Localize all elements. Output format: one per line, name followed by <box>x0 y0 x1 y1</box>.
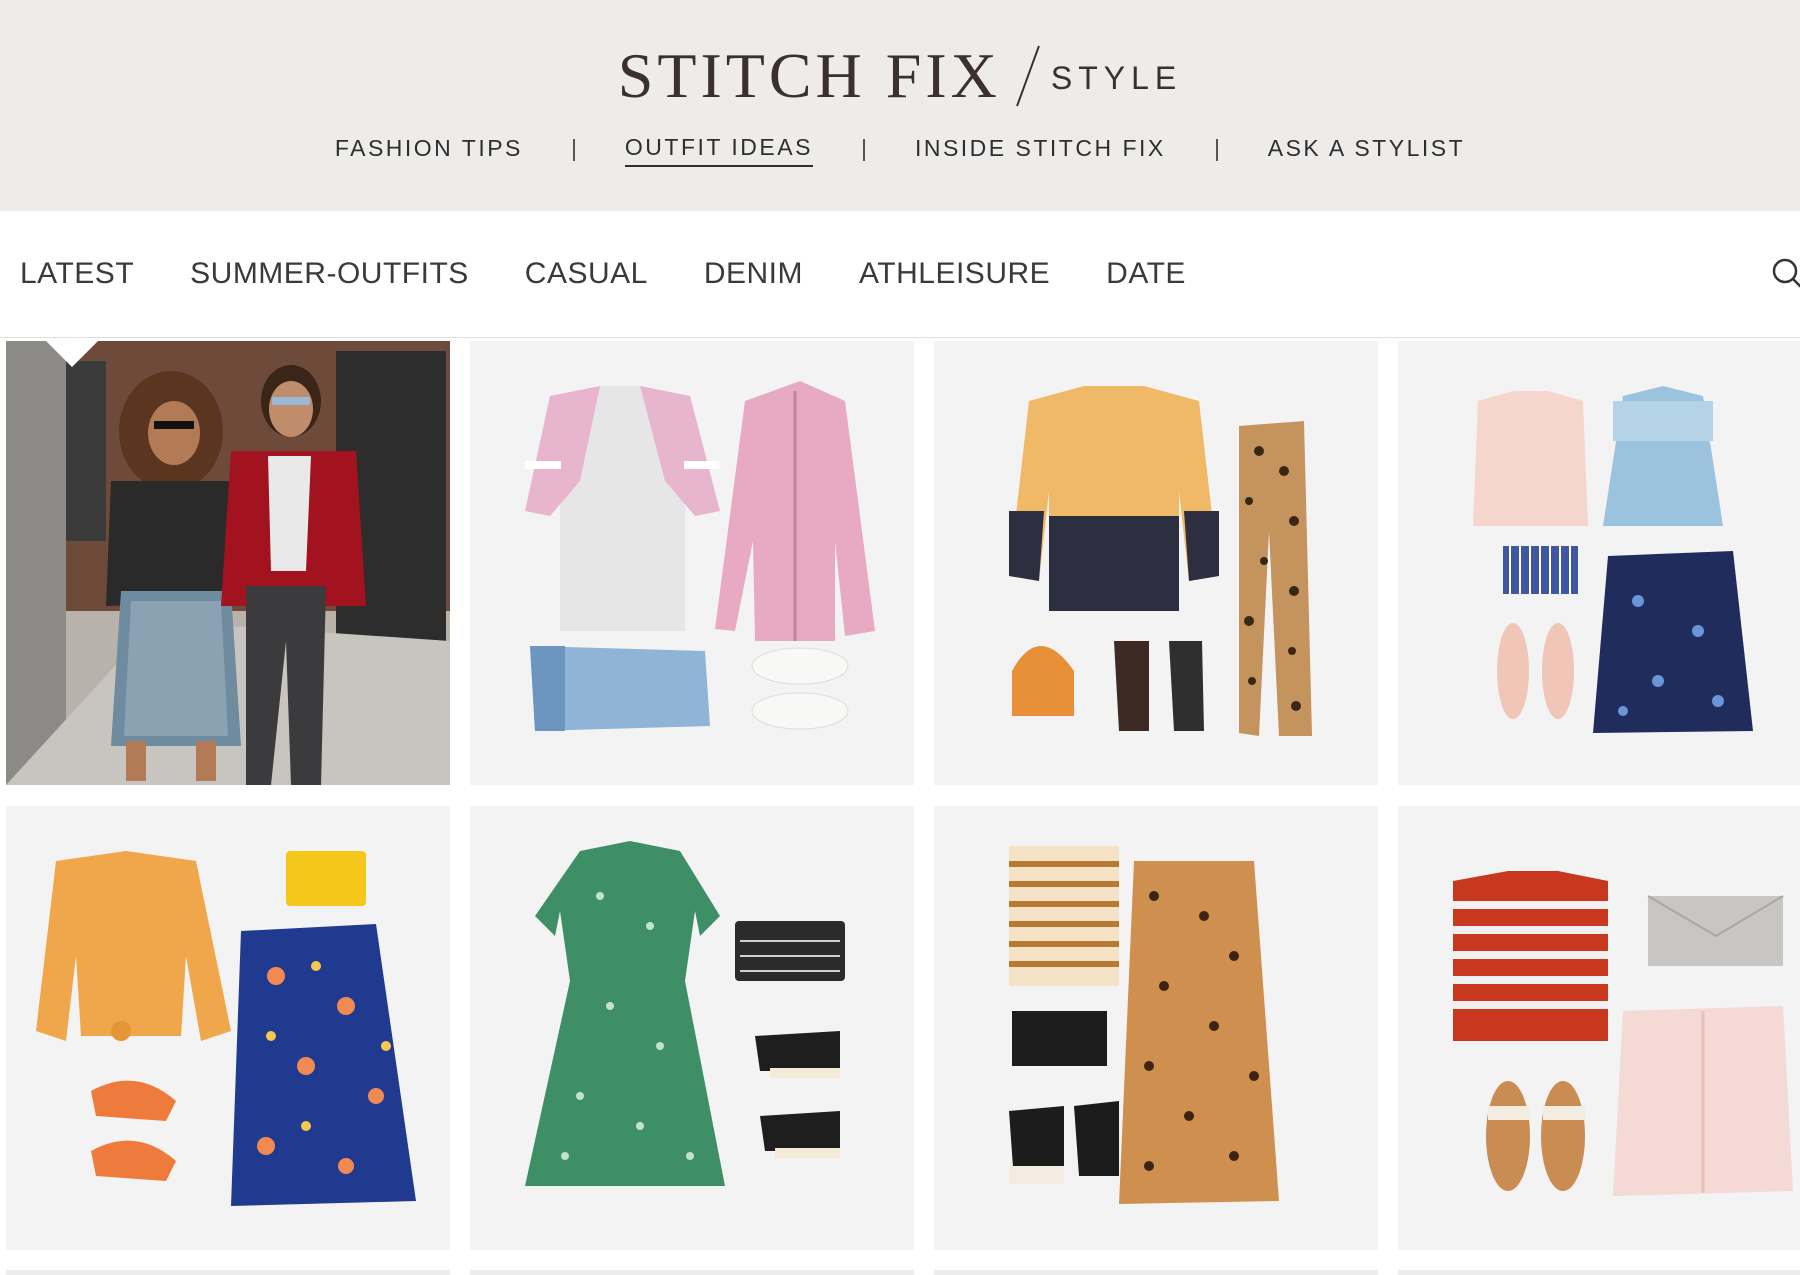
tab-denim[interactable]: DENIM <box>704 257 803 291</box>
outfit-image <box>6 806 450 1250</box>
site-header: STITCH FIX STYLE FASHION TIPS OUTFIT IDE… <box>0 0 1800 211</box>
outfit-image <box>1398 341 1800 785</box>
site-logo[interactable]: STITCH FIX STYLE <box>0 36 1800 116</box>
outfit-card[interactable] <box>6 806 450 1250</box>
outfit-card[interactable] <box>6 1270 450 1275</box>
nav-separator <box>572 139 575 161</box>
tab-date[interactable]: DATE <box>1106 257 1186 291</box>
nav-fashion-tips[interactable]: FASHION TIPS <box>335 135 523 166</box>
outfit-image <box>470 341 914 785</box>
nav-inside-stitch-fix[interactable]: INSIDE STITCH FIX <box>915 135 1166 166</box>
outfit-image <box>934 341 1378 785</box>
logo-wordmark: STITCH FIX <box>617 40 1001 111</box>
tab-athleisure[interactable]: ATHLEISURE <box>859 257 1050 291</box>
nav-separator <box>1215 139 1218 161</box>
tab-latest[interactable]: LATEST <box>20 257 134 291</box>
logo-section: STYLE <box>1050 59 1183 96</box>
outfit-card[interactable] <box>470 806 914 1250</box>
category-bar: LATEST SUMMER-OUTFITS CASUAL DENIM ATHLE… <box>0 211 1800 338</box>
street-photo-image <box>6 341 450 785</box>
outfit-card[interactable] <box>934 806 1378 1250</box>
nav-separator <box>862 139 865 161</box>
category-tabs: LATEST SUMMER-OUTFITS CASUAL DENIM ATHLE… <box>20 211 1242 337</box>
primary-nav: FASHION TIPS OUTFIT IDEAS INSIDE STITCH … <box>0 130 1800 170</box>
outfit-card[interactable] <box>1398 1270 1800 1275</box>
outfit-card[interactable] <box>1398 806 1800 1250</box>
nav-outfit-ideas[interactable]: OUTFIT IDEAS <box>624 134 813 167</box>
outfit-image <box>934 806 1378 1250</box>
search-icon[interactable] <box>1770 254 1800 294</box>
tab-casual[interactable]: CASUAL <box>525 257 648 291</box>
outfit-card[interactable] <box>1398 341 1800 785</box>
outfit-card[interactable] <box>934 341 1378 785</box>
tab-summer-outfits[interactable]: SUMMER-OUTFITS <box>190 257 469 291</box>
outfit-card[interactable] <box>470 341 914 785</box>
logo-divider <box>1015 45 1040 107</box>
nav-ask-a-stylist[interactable]: ASK A STYLIST <box>1268 135 1465 166</box>
active-tab-indicator <box>44 339 100 367</box>
outfit-card[interactable] <box>934 1270 1378 1275</box>
outfit-card[interactable] <box>470 1270 914 1275</box>
outfit-image <box>1398 806 1800 1250</box>
outfit-card[interactable] <box>6 341 450 785</box>
outfit-image <box>470 806 914 1250</box>
